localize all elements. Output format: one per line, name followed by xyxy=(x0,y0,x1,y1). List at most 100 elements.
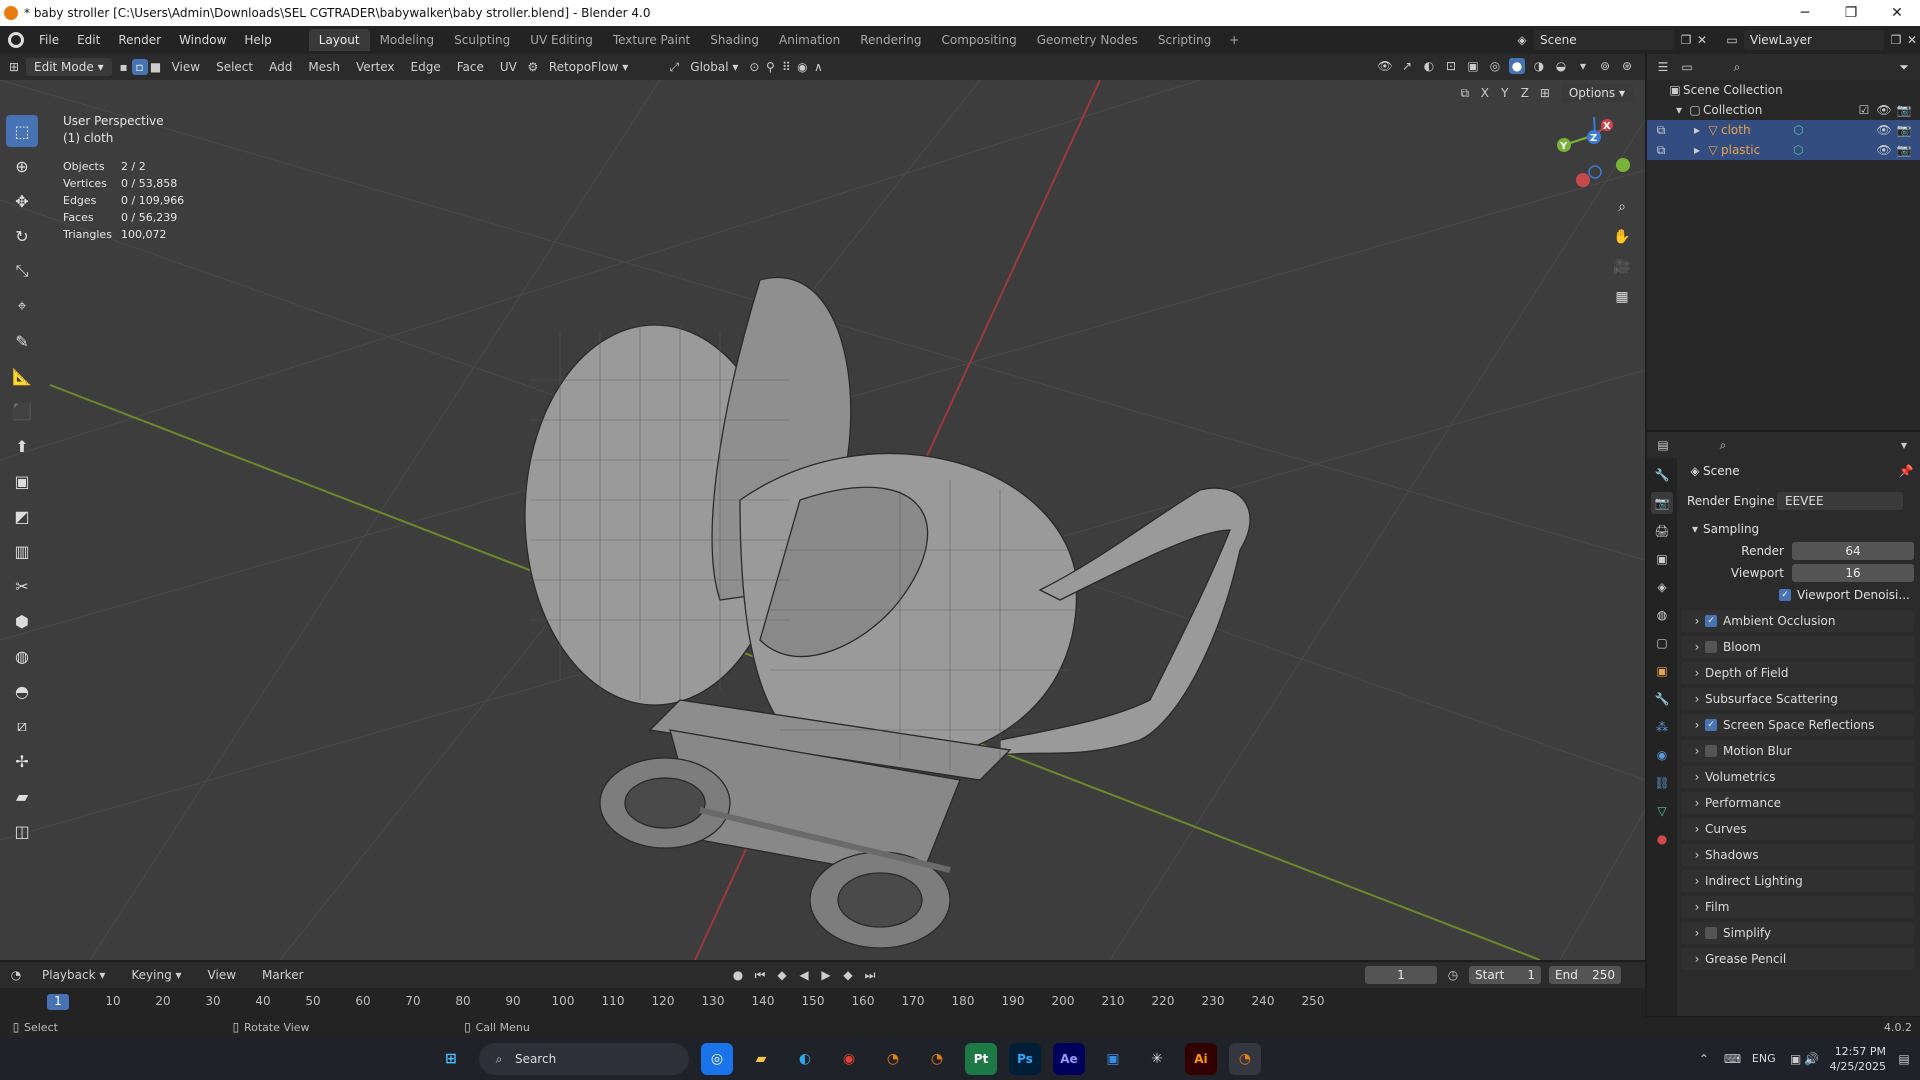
render-camera-icon[interactable]: 📷 xyxy=(1896,122,1912,138)
spin-tool-icon[interactable]: ◍ xyxy=(6,640,38,672)
retopoflow-menu[interactable]: RetopoFlow ▾ xyxy=(541,58,636,76)
properties-options-icon[interactable]: ▾ xyxy=(1896,437,1912,453)
inset-tool-icon[interactable]: ▣ xyxy=(6,465,38,497)
smooth-tool-icon[interactable]: ◓ xyxy=(6,675,38,707)
cursor-tool-icon[interactable]: ⊕ xyxy=(6,150,38,182)
world-tab-icon[interactable]: ◍ xyxy=(1651,604,1673,626)
blender-active-icon[interactable]: ◔ xyxy=(1228,1042,1261,1075)
language-indicator[interactable]: ENG xyxy=(1752,1052,1776,1065)
keyboard-icon[interactable]: ⌨ xyxy=(1724,1051,1741,1067)
render-panel-header[interactable]: › Curves xyxy=(1681,818,1914,840)
move-tool-icon[interactable]: ✥ xyxy=(6,185,38,217)
edit-mode-icon[interactable]: ⧉ xyxy=(1653,122,1669,138)
face-select-icon[interactable]: ■ xyxy=(148,59,164,75)
workspace-tab-rendering[interactable]: Rendering xyxy=(850,29,931,51)
poly-build-tool-icon[interactable]: ⬢ xyxy=(6,605,38,637)
output-tab-icon[interactable]: 🖨 xyxy=(1651,520,1673,542)
menu-view[interactable]: View xyxy=(164,58,208,76)
visibility-eye-icon[interactable]: 👁 xyxy=(1876,142,1892,158)
rip-tool-icon[interactable]: ◫ xyxy=(6,815,38,847)
options-dropdown[interactable]: Options ▾ xyxy=(1560,84,1633,102)
render-panel-header[interactable]: › ✓ Screen Space Reflections xyxy=(1681,714,1914,736)
shading-options-icon[interactable]: ▾ xyxy=(1575,58,1591,74)
workspace-tab-sculpting[interactable]: Sculpting xyxy=(444,29,520,51)
prev-keyframe-icon[interactable]: ◆ xyxy=(774,967,790,983)
retopo-overlay-icon[interactable]: ⊚ xyxy=(1597,58,1613,74)
menu-select[interactable]: Select xyxy=(208,58,261,76)
menu-render[interactable]: Render xyxy=(109,33,170,47)
xray-icon[interactable]: ▣ xyxy=(1465,58,1481,74)
minimize-button[interactable]: ─ xyxy=(1782,5,1828,21)
edit-mode-icon[interactable]: ⧉ xyxy=(1653,142,1669,158)
volume-icon[interactable]: 🔊 xyxy=(1804,1051,1820,1067)
render-tab-icon[interactable]: 📷 xyxy=(1651,492,1673,514)
exclude-checkbox-icon[interactable]: ☑ xyxy=(1856,102,1872,118)
menu-mesh[interactable]: Mesh xyxy=(300,58,348,76)
tool-tab-icon[interactable]: 🔧 xyxy=(1651,464,1673,486)
network-icon[interactable]: ▣ xyxy=(1788,1051,1804,1067)
viewport-denoise-checkbox[interactable]: ✓ xyxy=(1779,589,1791,601)
extrude-tool-icon[interactable]: ⬆ xyxy=(6,430,38,462)
render-panel-header[interactable]: › Volumetrics xyxy=(1681,766,1914,788)
collection-tab-icon[interactable]: ▢ xyxy=(1651,632,1673,654)
overlay-toggle-icon[interactable]: ◐ xyxy=(1421,58,1437,74)
scene-selector[interactable]: Scene xyxy=(1534,30,1674,50)
menu-vertex[interactable]: Vertex xyxy=(348,58,403,76)
visibility-eye-icon[interactable]: 👁 xyxy=(1876,102,1892,118)
pivot-icon[interactable]: ⊙ xyxy=(746,59,762,75)
delete-scene-icon[interactable]: ✕ xyxy=(1694,32,1710,48)
mirror-x-toggle[interactable]: X xyxy=(1477,85,1493,101)
app-icon[interactable]: ✳ xyxy=(1141,1043,1173,1075)
preview-range-icon[interactable]: ◷ xyxy=(1445,967,1461,983)
panel-enable-checkbox[interactable] xyxy=(1705,927,1717,939)
menu-playback[interactable]: Playback ▾ xyxy=(34,966,113,984)
mirror-icon[interactable]: ⧉ xyxy=(1457,85,1473,101)
workspace-tab-geometry-nodes[interactable]: Geometry Nodes xyxy=(1027,29,1148,51)
render-panel-header[interactable]: › ✓ Ambient Occlusion xyxy=(1681,610,1914,632)
knife-tool-icon[interactable]: ✂ xyxy=(6,570,38,602)
orientation-icon[interactable]: ⤢ xyxy=(666,59,682,75)
gizmo-toggle-icon[interactable]: ↗ xyxy=(1399,58,1415,74)
select-box-tool-icon[interactable]: ⬚ xyxy=(6,115,38,147)
physics-tab-icon[interactable]: ◉ xyxy=(1651,744,1673,766)
wireframe-shading-icon[interactable]: ◎ xyxy=(1487,58,1503,74)
render-panel-header[interactable]: › Grease Pencil xyxy=(1681,948,1914,970)
menu-file[interactable]: File xyxy=(30,33,68,47)
chrome-browser-icon[interactable]: ◉ xyxy=(833,1043,865,1075)
rotate-tool-icon[interactable]: ↻ xyxy=(6,220,38,252)
delete-viewlayer-icon[interactable]: ✕ xyxy=(1904,32,1920,48)
display-mode-icon[interactable]: ▭ xyxy=(1679,59,1695,75)
notification-icon[interactable]: ▤ xyxy=(1896,1051,1912,1067)
3d-viewport[interactable]: Y Z X ⧉ X Y Z ⊞ Options ▾ ⬚ ⊕ ✥ ↻ ⤡ ⌖ ✎ … xyxy=(0,80,1645,960)
retopoflow-icon[interactable]: ⚙ xyxy=(525,59,541,75)
menu-timeline-view[interactable]: View xyxy=(200,966,244,984)
annotate-tool-icon[interactable]: ✎ xyxy=(6,325,38,357)
new-scene-icon[interactable]: ❐ xyxy=(1678,32,1694,48)
pycharm-icon[interactable]: Pt xyxy=(964,1042,997,1075)
render-panel-header[interactable]: › Shadows xyxy=(1681,844,1914,866)
sampling-panel-header[interactable]: ▾ Sampling xyxy=(1681,518,1920,540)
current-frame-field[interactable]: 1 xyxy=(1365,966,1437,984)
render-panel-header[interactable]: › Simplify xyxy=(1681,922,1914,944)
visibility-eye-icon[interactable]: 👁 xyxy=(1876,122,1892,138)
play-icon[interactable]: ▶ xyxy=(818,967,834,983)
pin-icon[interactable]: 📌 xyxy=(1898,463,1914,479)
taskbar-search-input[interactable]: ⌕ Search xyxy=(478,1042,689,1075)
workspace-tab-shading[interactable]: Shading xyxy=(700,29,769,51)
clock[interactable]: 12:57 PM 4/25/2025 xyxy=(1830,1044,1886,1074)
file-explorer-icon[interactable]: ▰ xyxy=(745,1043,777,1075)
menu-edit[interactable]: Edit xyxy=(68,33,109,47)
measure-tool-icon[interactable]: 📐 xyxy=(6,360,38,392)
mode-dropdown[interactable]: Edit Mode ▾ xyxy=(26,58,112,76)
panel-enable-checkbox[interactable]: ✓ xyxy=(1705,615,1717,627)
render-panel-header[interactable]: › Indirect Lighting xyxy=(1681,870,1914,892)
vertex-select-icon[interactable]: ▪ xyxy=(116,59,132,75)
next-keyframe-icon[interactable]: ◆ xyxy=(840,967,856,983)
transform-tool-icon[interactable]: ⌖ xyxy=(6,290,38,322)
material-shading-icon[interactable]: ◑ xyxy=(1531,58,1547,74)
menu-window[interactable]: Window xyxy=(170,33,235,47)
mirror-y-toggle[interactable]: Y xyxy=(1497,85,1513,101)
expand-arrow-icon[interactable]: ▸ xyxy=(1689,122,1705,138)
workspace-tab-modeling[interactable]: Modeling xyxy=(370,29,445,51)
edge-browser-icon[interactable]: ◐ xyxy=(789,1043,821,1075)
